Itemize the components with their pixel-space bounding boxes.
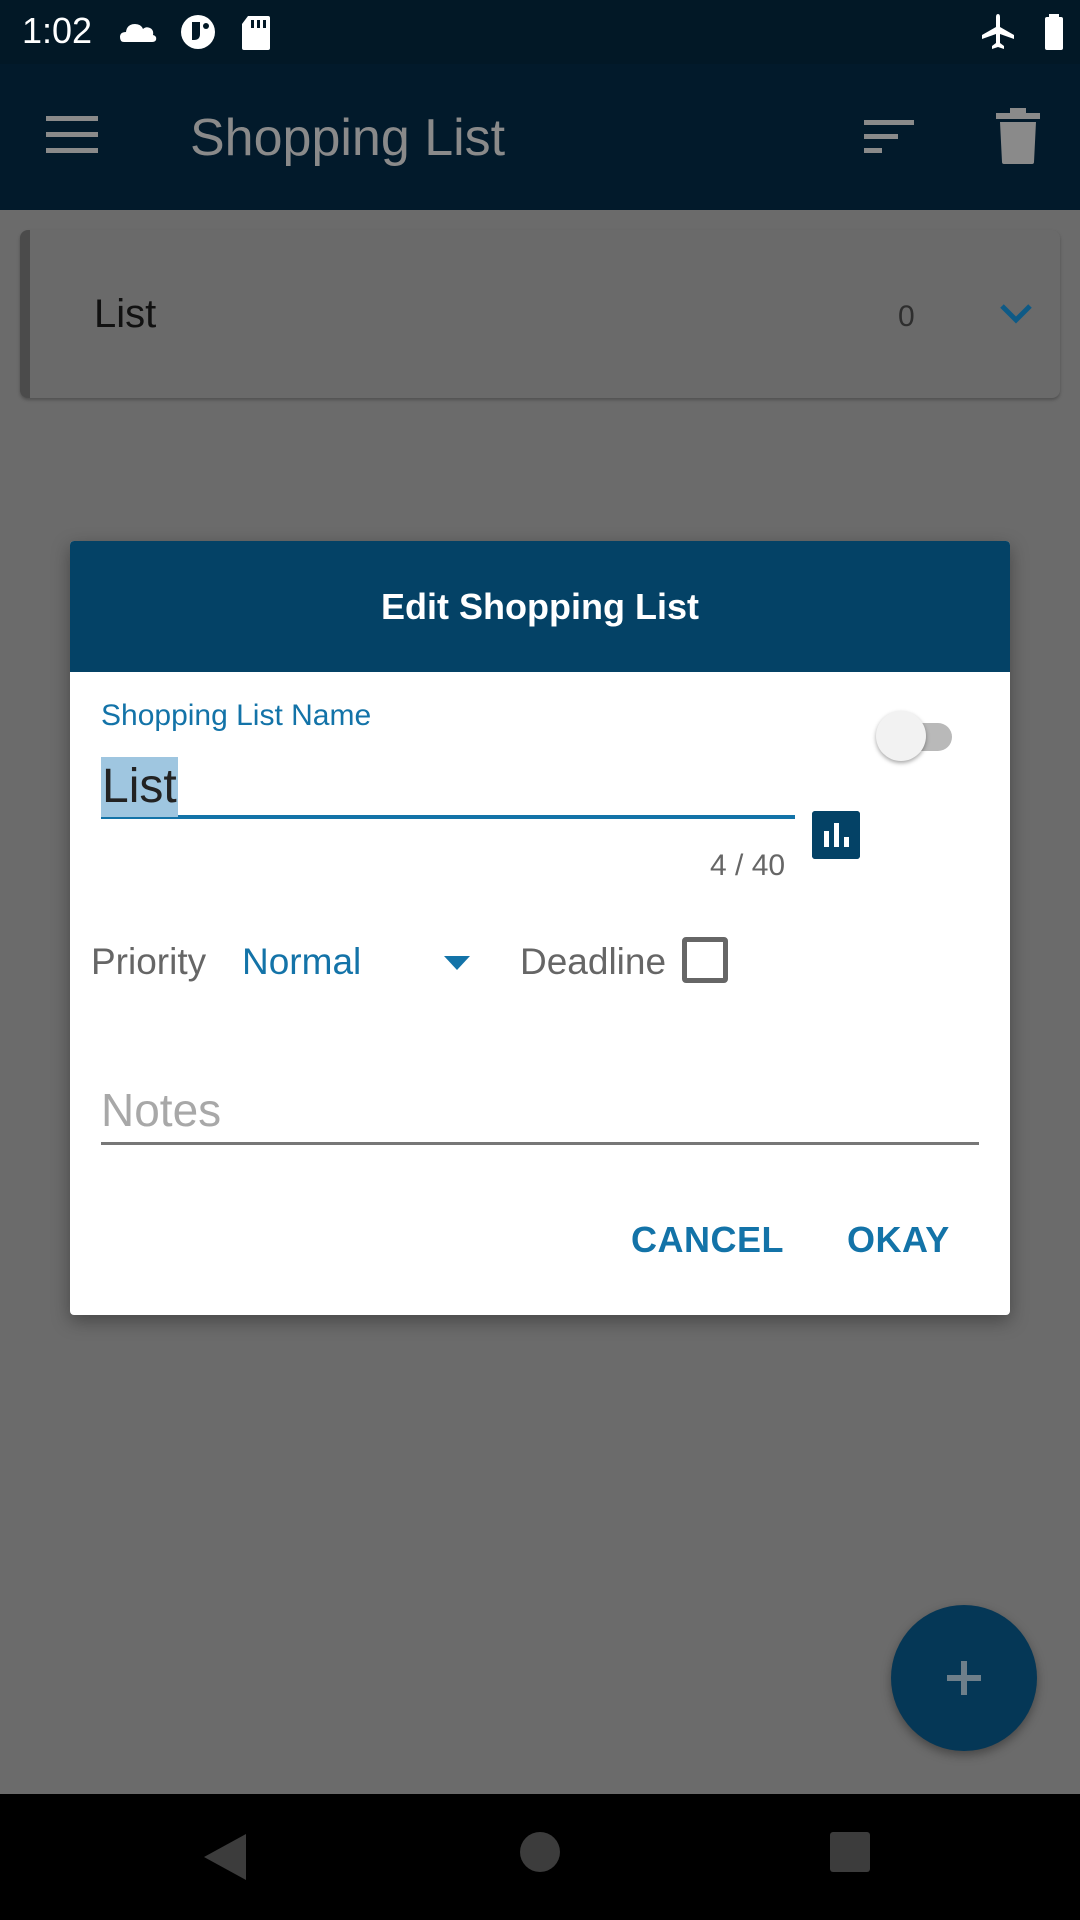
cookie-icon — [181, 15, 215, 49]
edit-list-dialog: Edit Shopping List Shopping List Name Li… — [70, 541, 1010, 1315]
priority-value: Normal — [242, 941, 362, 982]
trash-icon[interactable] — [994, 108, 1042, 164]
cloud-icon — [120, 24, 157, 42]
battery-icon — [1045, 14, 1063, 50]
sort-icon[interactable] — [862, 116, 916, 156]
cancel-button[interactable]: CANCEL — [631, 1219, 784, 1261]
recents-icon[interactable] — [830, 1832, 870, 1872]
dropdown-arrow-icon — [444, 956, 470, 970]
chart-icon[interactable] — [812, 811, 860, 859]
priority-dropdown[interactable]: Normal — [242, 935, 492, 991]
app-title: Shopping List — [190, 109, 506, 167]
character-counter: 4 / 40 — [710, 849, 786, 882]
airplane-mode-icon — [982, 14, 1014, 49]
status-time: 1:02 — [22, 10, 93, 51]
priority-label: Priority — [91, 941, 207, 982]
add-list-button[interactable] — [891, 1605, 1037, 1751]
navigation-bar — [0, 1794, 1080, 1920]
home-icon[interactable] — [520, 1832, 560, 1872]
toggle-switch[interactable] — [876, 711, 960, 761]
menu-icon[interactable] — [46, 114, 98, 156]
sd-card-icon — [242, 16, 270, 50]
list-card-title: List — [94, 292, 157, 336]
list-name-value: List — [101, 757, 178, 817]
deadline-checkbox[interactable] — [682, 937, 728, 983]
dialog-header: Edit Shopping List — [70, 541, 1010, 672]
notes-placeholder: Notes — [101, 1084, 222, 1136]
okay-button[interactable]: OKAY — [847, 1219, 950, 1261]
app-bar: Shopping List — [0, 64, 1080, 210]
back-icon[interactable] — [202, 1832, 248, 1882]
toggle-thumb — [876, 711, 926, 761]
notes-input[interactable]: Notes — [101, 1075, 979, 1145]
list-name-label: Shopping List Name — [101, 699, 372, 732]
dialog-title: Edit Shopping List — [381, 585, 699, 627]
deadline-label: Deadline — [520, 941, 667, 982]
list-item-count: 0 — [898, 300, 915, 333]
plus-icon — [947, 1661, 981, 1695]
list-name-input[interactable]: List — [101, 753, 795, 819]
status-bar: 1:02 — [0, 0, 1080, 64]
list-card[interactable]: List 0 — [20, 230, 1060, 398]
chevron-down-icon[interactable] — [996, 298, 1036, 328]
